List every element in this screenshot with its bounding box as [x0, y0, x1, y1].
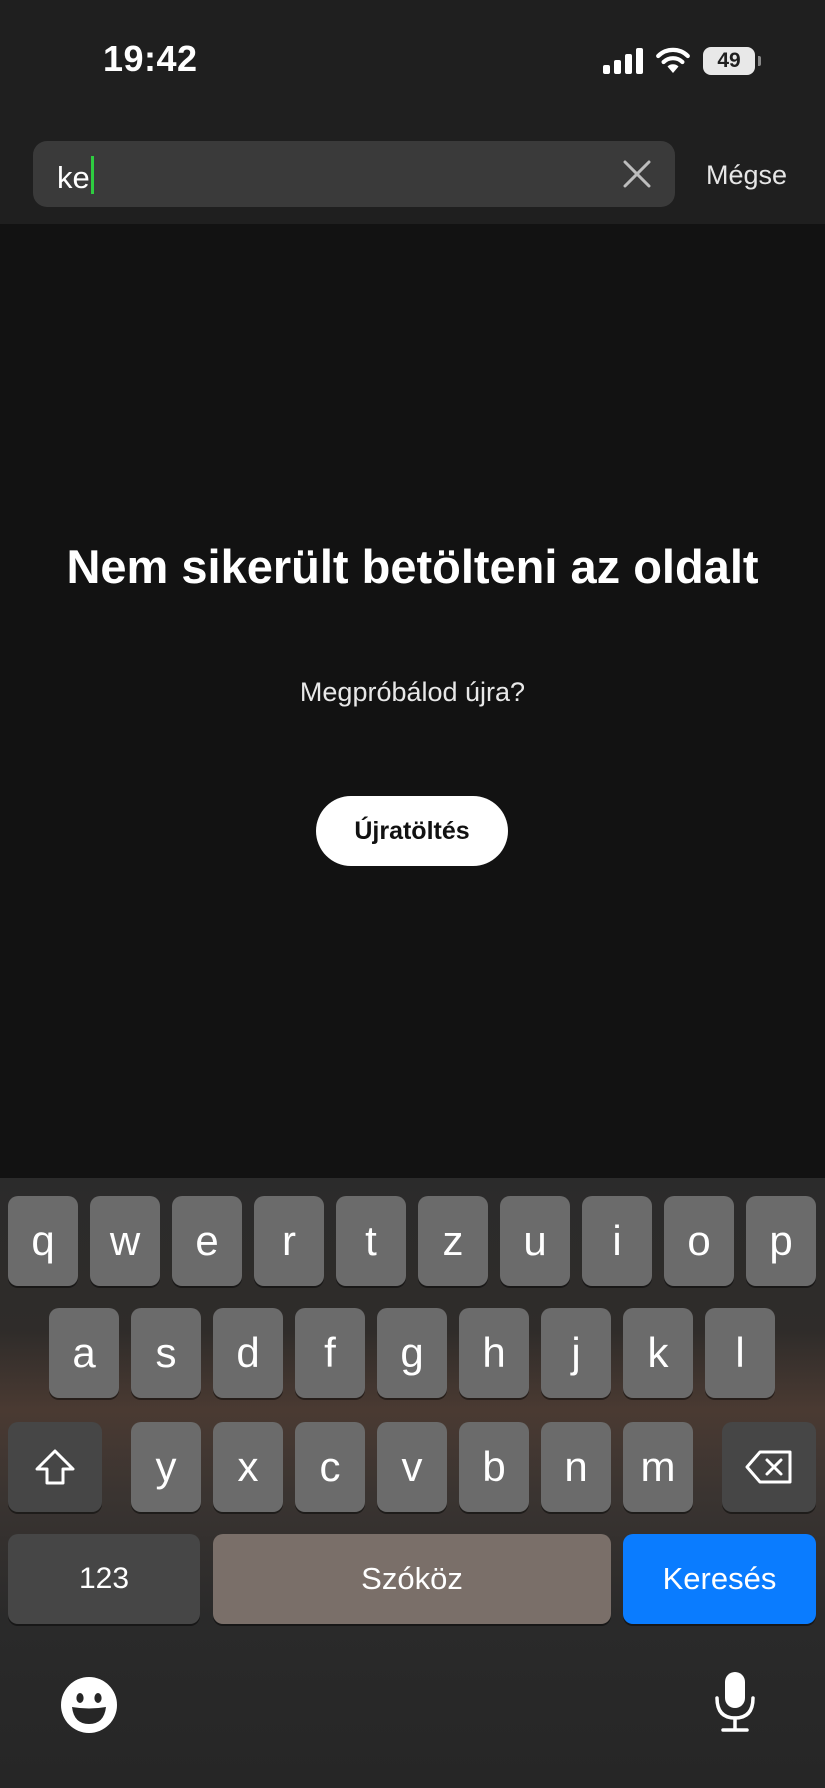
key-u[interactable]: u: [500, 1196, 570, 1286]
key-l[interactable]: l: [705, 1308, 775, 1398]
key-i[interactable]: i: [582, 1196, 652, 1286]
key-r[interactable]: r: [254, 1196, 324, 1286]
close-icon[interactable]: [621, 158, 653, 190]
key-c[interactable]: c: [295, 1422, 365, 1512]
wifi-icon: [656, 47, 690, 73]
error-title: Nem sikerült betölteni az oldalt: [66, 540, 759, 593]
key-a[interactable]: a: [49, 1308, 119, 1398]
reload-button[interactable]: Újratöltés: [316, 796, 508, 866]
battery-icon: 49: [703, 47, 761, 75]
key-j[interactable]: j: [541, 1308, 611, 1398]
key-g[interactable]: g: [377, 1308, 447, 1398]
error-subtitle: Megpróbálod újra?: [299, 677, 526, 707]
key-w[interactable]: w: [90, 1196, 160, 1286]
microphone-icon[interactable]: [713, 1670, 757, 1734]
search-value-wrap: ke: [57, 156, 94, 196]
shift-key[interactable]: [8, 1422, 102, 1512]
emoji-icon[interactable]: [60, 1676, 118, 1734]
key-v[interactable]: v: [377, 1422, 447, 1512]
key-s[interactable]: s: [131, 1308, 201, 1398]
key-e[interactable]: e: [172, 1196, 242, 1286]
search-key[interactable]: Keresés: [623, 1534, 816, 1624]
text-caret: [90, 156, 94, 194]
cancel-button[interactable]: Mégse: [706, 160, 787, 191]
key-z[interactable]: z: [418, 1196, 488, 1286]
key-o[interactable]: o: [664, 1196, 734, 1286]
status-time: 19:42: [103, 38, 198, 79]
search-input[interactable]: ke: [33, 141, 675, 207]
battery-level: 49: [717, 49, 741, 72]
key-p[interactable]: p: [746, 1196, 816, 1286]
keyboard: q w e r t z u i o p a s d f g h j k l y …: [0, 1178, 825, 1788]
key-b[interactable]: b: [459, 1422, 529, 1512]
key-q[interactable]: q: [8, 1196, 78, 1286]
backspace-key[interactable]: [722, 1422, 816, 1512]
key-k[interactable]: k: [623, 1308, 693, 1398]
key-f[interactable]: f: [295, 1308, 365, 1398]
space-key[interactable]: Szóköz: [213, 1534, 611, 1624]
backspace-icon: [745, 1450, 792, 1484]
key-y[interactable]: y: [131, 1422, 201, 1512]
header: 19:42 49 ke Mégse: [0, 0, 825, 224]
key-d[interactable]: d: [213, 1308, 283, 1398]
cellular-signal-icon: [603, 48, 643, 74]
key-n[interactable]: n: [541, 1422, 611, 1512]
key-m[interactable]: m: [623, 1422, 693, 1512]
numbers-key[interactable]: 123: [8, 1534, 200, 1624]
shift-icon: [35, 1449, 75, 1485]
key-t[interactable]: t: [336, 1196, 406, 1286]
key-h[interactable]: h: [459, 1308, 529, 1398]
search-value: ke: [57, 160, 90, 195]
key-x[interactable]: x: [213, 1422, 283, 1512]
status-icons: 49: [603, 44, 761, 78]
